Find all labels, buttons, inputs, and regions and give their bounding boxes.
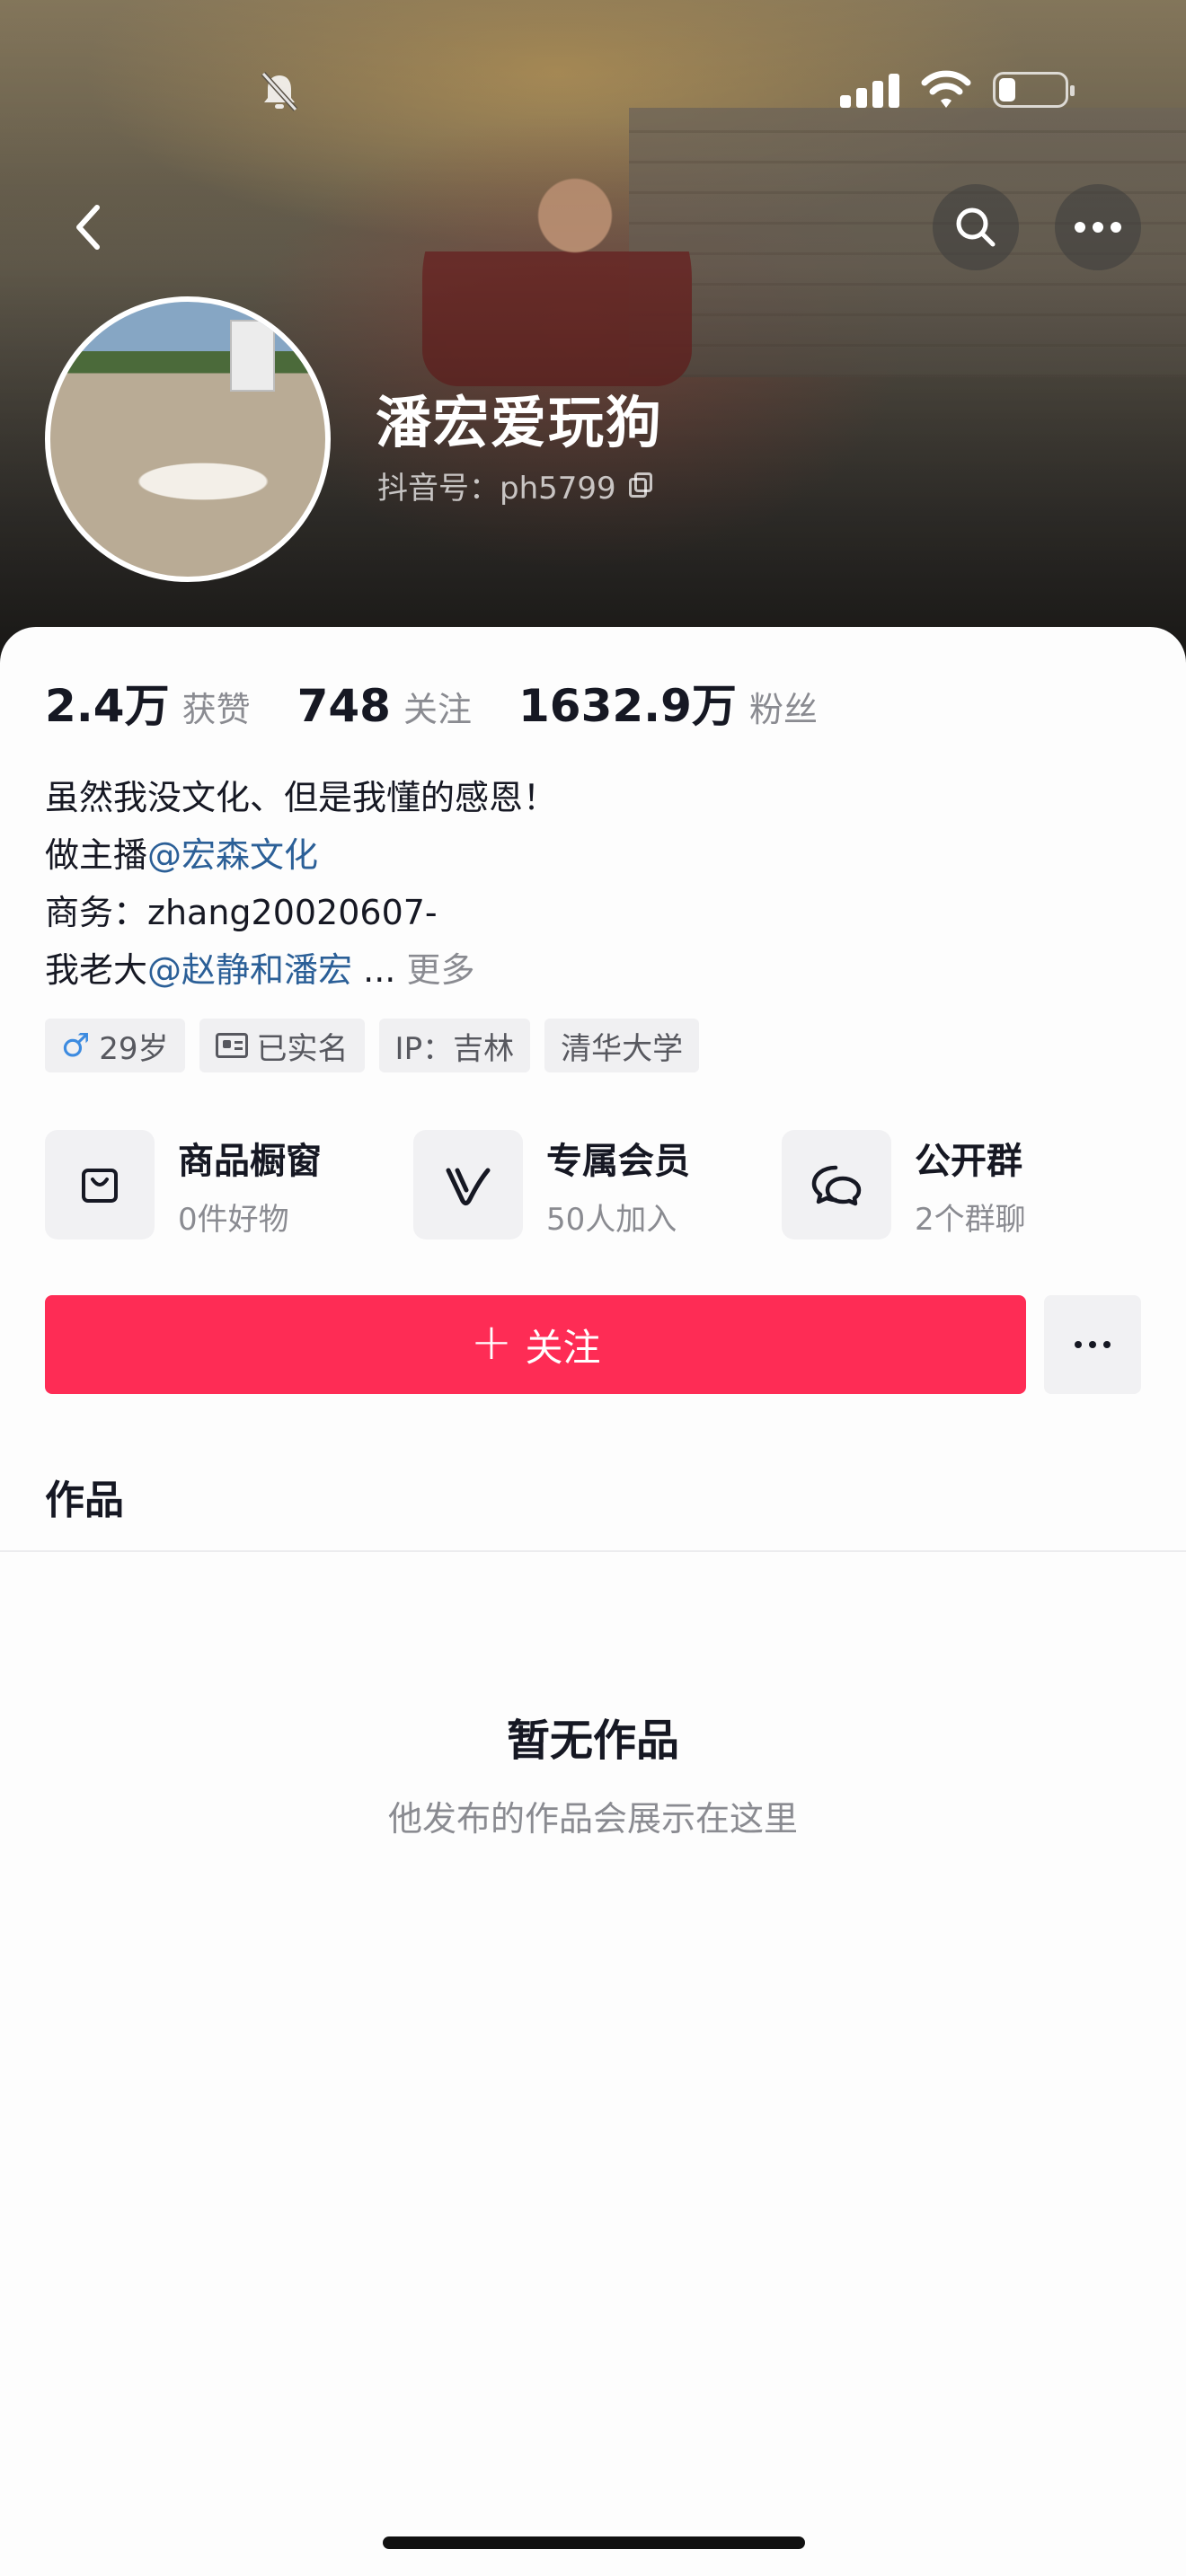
- bio-text: 我老大: [45, 950, 148, 990]
- more-options-button[interactable]: [1055, 184, 1141, 270]
- tag-age-text: 29岁: [99, 1030, 169, 1067]
- empty-works-subtitle: 他发布的作品会展示在这里: [387, 1799, 798, 1839]
- stat-value: 748: [296, 680, 391, 732]
- id-card-icon: [215, 1033, 248, 1058]
- feature-title: 商品橱窗: [178, 1140, 322, 1182]
- cellular-signal-icon: [840, 72, 903, 108]
- avatar[interactable]: [45, 296, 331, 582]
- tab-works[interactable]: 作品: [45, 1468, 124, 1525]
- douyin-id[interactable]: 抖音号：ph5799: [377, 463, 654, 507]
- feature-subtitle: 0件好物: [178, 1201, 289, 1238]
- more-horizontal-icon: [1075, 222, 1121, 233]
- douyin-id-text: 抖音号：ph5799: [377, 471, 616, 507]
- profile-nickname: 潘宏爱玩狗: [376, 390, 664, 455]
- profile-features: 商品橱窗 0件好物 专属会员 50人加入 公开群 2个群聊: [45, 1130, 1150, 1239]
- mute-bell-icon: [261, 71, 298, 112]
- stat-label: 关注: [403, 690, 472, 729]
- bio-line: 做主播@宏森文化: [45, 826, 557, 884]
- feature-shop-window[interactable]: 商品橱窗 0件好物: [45, 1130, 413, 1239]
- tag-school[interactable]: 清华大学: [544, 1019, 700, 1072]
- plus-icon: +: [470, 1313, 513, 1372]
- tag-verified-text: 已实名: [256, 1030, 349, 1067]
- back-button[interactable]: [45, 184, 131, 270]
- feature-membership[interactable]: 专属会员 50人加入: [413, 1130, 782, 1239]
- search-button[interactable]: [933, 184, 1019, 270]
- empty-works-title: 暂无作品: [506, 1716, 679, 1766]
- feature-subtitle: 50人加入: [546, 1201, 677, 1238]
- feature-title: 公开群: [915, 1140, 1022, 1182]
- tag-school-text: 清华大学: [561, 1030, 684, 1067]
- profile-stats: 2.4万 获赞 748 关注 1632.9万 粉丝: [45, 670, 864, 735]
- tag-ip-text: IP：吉林: [394, 1030, 515, 1067]
- feature-title: 专属会员: [546, 1140, 690, 1182]
- shopping-bag-icon: [45, 1130, 155, 1239]
- home-indicator[interactable]: [383, 2536, 805, 2549]
- stat-label: 粉丝: [748, 690, 818, 729]
- copy-icon[interactable]: [627, 472, 654, 499]
- stat-followers[interactable]: 1632.9万 粉丝: [518, 670, 818, 735]
- avatar-building: [230, 320, 275, 392]
- stat-likes[interactable]: 2.4万 获赞: [45, 670, 251, 735]
- member-v-icon: [413, 1130, 523, 1239]
- more-dot-icon: [1089, 1341, 1096, 1348]
- feature-subtitle: 2个群聊: [915, 1201, 1026, 1238]
- tag-verified: 已实名: [199, 1019, 365, 1072]
- tag-ip: IP：吉林: [378, 1019, 531, 1072]
- status-bar: [0, 63, 1186, 117]
- bio-text: 做主播: [45, 835, 148, 875]
- bio-line: 我老大@赵静和潘宏 ... 更多: [45, 941, 557, 999]
- bio-line: 商务：zhang20020607-: [45, 893, 438, 932]
- bio-ellipsis: ...: [352, 950, 407, 990]
- more-actions-button[interactable]: [1044, 1295, 1141, 1394]
- stat-following[interactable]: 748 关注: [297, 680, 472, 732]
- more-dot-icon: [1075, 1341, 1082, 1348]
- search-icon: [956, 207, 996, 247]
- profile-bio: 虽然我没文化、但是我懂的感恩！ 做主播@宏森文化 商务：zhang2002060…: [45, 769, 557, 999]
- follow-button-label: 关注: [525, 1325, 601, 1370]
- mention-link[interactable]: @赵静和潘宏: [147, 950, 352, 990]
- more-dot-icon: [1103, 1341, 1111, 1348]
- stat-value: 2.4万: [45, 680, 170, 732]
- bio-more-link[interactable]: 更多: [406, 950, 474, 990]
- battery-icon: [993, 72, 1075, 108]
- stat-value: 1632.9万: [518, 680, 737, 732]
- bio-line: 虽然我没文化、但是我懂的感恩！: [45, 778, 558, 817]
- profile-tags: ♂ 29岁 已实名 IP：吉林 清华大学: [45, 1019, 700, 1072]
- wifi-icon: [921, 70, 971, 108]
- mention-link[interactable]: @宏森文化: [147, 835, 318, 875]
- feature-public-group[interactable]: 公开群 2个群聊: [782, 1130, 1150, 1239]
- group-chat-icon: [782, 1130, 891, 1239]
- male-icon: ♂: [61, 1027, 91, 1064]
- tag-gender-age: ♂ 29岁: [45, 1019, 185, 1072]
- profile-card: 2.4万 获赞 748 关注 1632.9万 粉丝 虽然我没文化、但是我懂的感恩…: [0, 627, 1186, 2576]
- follow-button[interactable]: + 关注: [45, 1295, 1026, 1394]
- chevron-left-icon: [76, 205, 100, 250]
- tab-divider: [0, 1550, 1186, 1552]
- stat-label: 获赞: [181, 690, 251, 729]
